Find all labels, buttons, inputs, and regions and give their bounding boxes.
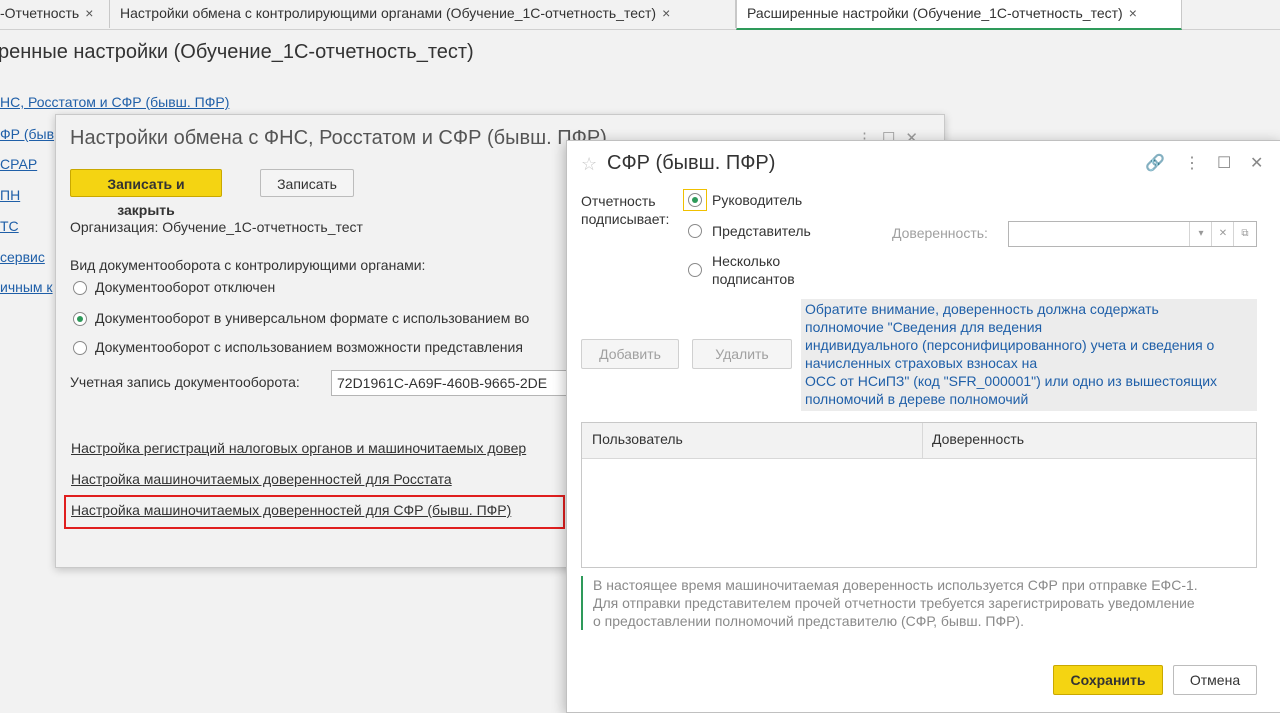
highlight-frame: [64, 495, 565, 529]
radio-label-line: Несколько: [712, 253, 781, 269]
save-button[interactable]: Записать: [260, 169, 354, 197]
signer-label-line: Отчетность: [581, 193, 656, 209]
notice-line: Обратите внимание, доверенность должна с…: [805, 301, 1159, 317]
table-header: Пользователь Доверенность: [582, 423, 1256, 459]
radio-docflow-universal[interactable]: [73, 312, 87, 326]
radio-label: Несколько подписантов: [712, 252, 795, 288]
signer-label: Отчетность подписывает:: [581, 192, 669, 228]
star-icon[interactable]: ☆: [581, 154, 597, 175]
close-icon[interactable]: ✕: [1250, 153, 1263, 173]
info-line: Для отправки представителем прочей отчет…: [593, 595, 1195, 611]
more-icon[interactable]: ⋮: [1184, 153, 1200, 173]
notice-box: Обратите внимание, доверенность должна с…: [801, 299, 1257, 411]
add-button[interactable]: Добавить: [581, 339, 679, 369]
radio-label: Представитель: [712, 223, 811, 239]
radio-docflow-off[interactable]: [73, 281, 87, 295]
column-attorney[interactable]: Доверенность: [932, 431, 1024, 447]
notice-line: начисленных страховых взносах на: [805, 355, 1038, 371]
organization-label: Организация: Обучение_1С-отчетность_тест: [70, 219, 363, 235]
dialog-title: СФР (бывш. ПФР): [607, 152, 776, 174]
window-title: Настройки обмена с ФНС, Росстатом и СФР …: [70, 127, 607, 149]
link-pn[interactable]: ПН: [0, 187, 20, 203]
maximize-icon[interactable]: ☐: [1217, 153, 1231, 173]
link-srar[interactable]: СРАР: [0, 156, 37, 172]
radio-label: Документооборот с использованием возможн…: [95, 339, 523, 355]
cancel-button[interactable]: Отмена: [1173, 665, 1257, 695]
close-icon[interactable]: ×: [662, 5, 670, 21]
radio-docflow-representation[interactable]: [73, 341, 87, 355]
signer-label-line: подписывает:: [581, 211, 670, 227]
radio-label: Документооборот отключен: [95, 279, 276, 295]
info-line: В настоящее время машиночитаемая доверен…: [593, 577, 1198, 593]
doc-flow-label: Вид документооборота с контролирующими о…: [70, 257, 426, 273]
open-icon[interactable]: ⧉: [1233, 222, 1256, 246]
tab-bar: -Отчетность × Настройки обмена с контроли…: [0, 0, 1280, 30]
radio-label-line: подписантов: [712, 271, 795, 287]
link-tax-registrations[interactable]: Настройка регистраций налоговых органов …: [71, 440, 526, 456]
column-separator: [922, 423, 923, 458]
radio-director[interactable]: [688, 193, 702, 207]
link-rosstat-attorneys[interactable]: Настройка машиночитаемых доверенностей д…: [71, 471, 452, 487]
power-of-attorney-field[interactable]: ▾ ✕ ⧉: [1008, 221, 1257, 247]
radio-representative[interactable]: [688, 224, 702, 238]
sfr-dialog: ☆ СФР (бывш. ПФР) 🔗 ⋮ ☐ ✕ Отчетность под…: [566, 140, 1280, 713]
info-line: о предоставлении полномочий представител…: [593, 613, 1024, 629]
dropdown-icon[interactable]: ▾: [1189, 222, 1212, 246]
attorneys-table[interactable]: Пользователь Доверенность: [581, 422, 1257, 568]
radio-label: Документооборот в универсальном формате …: [95, 310, 530, 326]
tab-label: Расширенные настройки (Обучение_1С-отчет…: [747, 5, 1123, 21]
power-of-attorney-label: Доверенность:: [892, 225, 988, 241]
account-label: Учетная запись документооборота:: [70, 374, 300, 390]
notice-line: индивидуального (персонифицированного) у…: [805, 337, 1215, 353]
link-ts[interactable]: ТС: [0, 218, 19, 234]
save-button[interactable]: Сохранить: [1053, 665, 1163, 695]
save-and-close-button[interactable]: Записать и закрыть: [70, 169, 222, 218]
tab-reporting[interactable]: -Отчетность ×: [0, 0, 110, 28]
tab-exchange-settings[interactable]: Настройки обмена с контролирующими орган…: [110, 0, 736, 28]
clear-icon[interactable]: ✕: [1211, 222, 1234, 246]
notice-line: полномочие "Сведения для ведения: [805, 319, 1043, 335]
radio-label: Руководитель: [712, 192, 803, 208]
link-icon[interactable]: 🔗: [1145, 153, 1165, 173]
page-title: ренные настройки (Обучение_1С-отчетность…: [0, 41, 474, 63]
delete-button[interactable]: Удалить: [692, 339, 792, 369]
column-user[interactable]: Пользователь: [592, 431, 683, 447]
link-sfr[interactable]: ФР (быв: [0, 126, 54, 142]
tab-advanced-settings[interactable]: Расширенные настройки (Обучение_1С-отчет…: [736, 0, 1182, 30]
link-personal[interactable]: ичным к: [0, 279, 53, 295]
radio-several-signers[interactable]: [688, 263, 702, 277]
link-service[interactable]: сервис: [0, 249, 45, 265]
tab-label: -Отчетность: [0, 5, 80, 21]
close-icon[interactable]: ×: [1129, 5, 1137, 21]
link-fns-rosstat-sfr[interactable]: НС, Росстатом и СФР (бывш. ПФР): [0, 94, 229, 110]
close-icon[interactable]: ×: [85, 5, 93, 21]
notice-line: ОСС от НСиПЗ" (код "SFR_000001") или одн…: [805, 373, 1218, 389]
account-field[interactable]: 72D1961C-A69F-460B-9665-2DE: [331, 370, 581, 396]
info-text: В настоящее время машиночитаемая доверен…: [581, 576, 1280, 630]
notice-line: полномочий в дереве полномочий: [805, 391, 1029, 407]
tab-label: Настройки обмена с контролирующими орган…: [120, 5, 657, 21]
